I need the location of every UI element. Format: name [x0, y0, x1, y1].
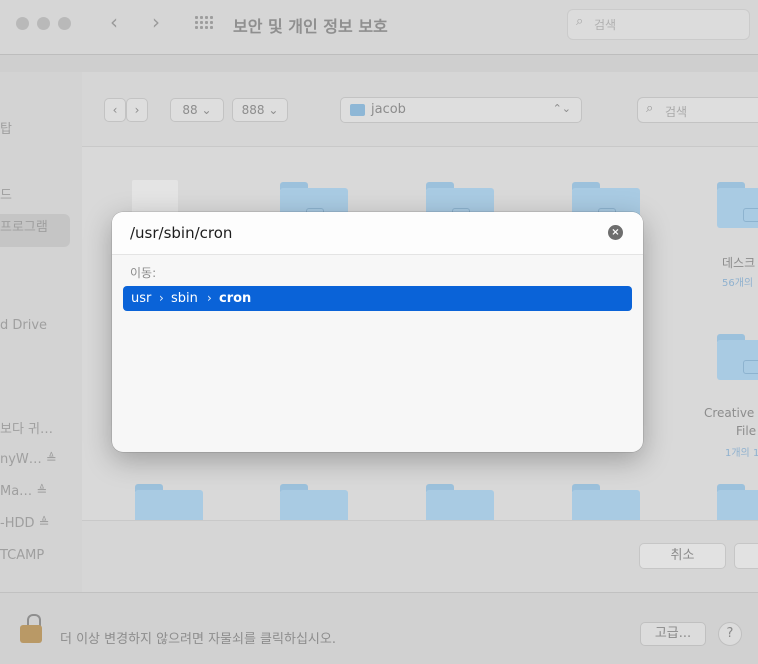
- window-titlebar: ‹ › 보안 및 개인 정보 보호 ⌕ 검색: [0, 0, 758, 55]
- search-icon: ⌕: [576, 14, 584, 29]
- breadcrumb-usr: usr: [131, 291, 152, 306]
- sidebar-item[interactable]: Ma… ≜: [0, 484, 47, 499]
- file-item-count: 1개의 1: [725, 448, 758, 459]
- group-mode-button[interactable]: 888 ⌄: [232, 98, 288, 122]
- search-placeholder: 검색: [594, 18, 617, 32]
- chevron-right-icon: ›: [207, 291, 212, 305]
- sidebar-item[interactable]: TCAMP: [0, 548, 44, 563]
- sidebar-item[interactable]: -HDD ≜: [0, 516, 50, 531]
- go-to-folder-popup: × 이동: usr › sbin › cron: [112, 212, 643, 452]
- file-item-count: 56개의: [722, 278, 754, 289]
- view-mode-button[interactable]: 88 ⌄: [170, 98, 224, 122]
- go-section-label: 이동:: [130, 266, 157, 280]
- path-field-container: ×: [112, 212, 643, 255]
- back-arrow-icon[interactable]: ‹: [110, 10, 118, 34]
- sheet-toolbar: ‹ › 88 ⌄ 888 ⌄ jacob ⌃⌄ ⌕ 검색: [82, 72, 758, 147]
- sidebar: 탑 드 프로그램 d Drive 보다 귀… nyW… ≜ Ma… ≜ -HDD…: [0, 72, 82, 592]
- back-button[interactable]: ‹: [104, 98, 126, 122]
- lock-bar: 더 이상 변경하지 않으려면 자물쇠를 클릭하십시오. 고급... ?: [0, 592, 758, 664]
- sidebar-item[interactable]: d Drive: [0, 318, 47, 333]
- chevron-right-icon: ›: [159, 291, 164, 305]
- help-button[interactable]: ?: [718, 622, 742, 646]
- file-name: Creative: [704, 406, 755, 420]
- folder-icon: [350, 104, 365, 116]
- show-all-grid-icon[interactable]: [195, 16, 213, 30]
- creative-cloud-folder-icon[interactable]: [717, 334, 758, 380]
- sidebar-item[interactable]: 탑: [0, 118, 12, 137]
- path-input[interactable]: [130, 222, 600, 244]
- sidebar-item[interactable]: 드: [0, 184, 12, 203]
- file-name: 데스크: [722, 256, 756, 270]
- forward-arrow-icon[interactable]: ›: [152, 10, 160, 34]
- file-name-line2: File: [736, 424, 757, 438]
- search-icon: ⌕: [646, 101, 654, 116]
- breadcrumb-cron: cron: [219, 291, 252, 306]
- lock-message: 더 이상 변경하지 않으려면 자물쇠를 클릭하십시오.: [60, 632, 336, 647]
- lock-icon[interactable]: [20, 614, 42, 644]
- window-search-field[interactable]: ⌕ 검색: [567, 9, 750, 40]
- open-button[interactable]: [734, 543, 758, 569]
- advanced-button[interactable]: 고급...: [640, 622, 706, 646]
- sidebar-item[interactable]: 보다 귀…: [0, 418, 53, 437]
- window-title: 보안 및 개인 정보 보호: [233, 17, 388, 36]
- minimize-window-button[interactable]: [37, 17, 50, 30]
- breadcrumb-sbin: sbin: [171, 291, 198, 306]
- sidebar-item[interactable]: 프로그램: [0, 216, 48, 235]
- location-name: jacob: [371, 102, 406, 117]
- clear-icon[interactable]: ×: [608, 225, 623, 240]
- forward-button[interactable]: ›: [126, 98, 148, 122]
- close-window-button[interactable]: [16, 17, 29, 30]
- sheet-search-field[interactable]: ⌕ 검색: [637, 97, 758, 123]
- sidebar-item[interactable]: nyW… ≜: [0, 452, 57, 467]
- sheet-bottom-bar: 취소: [82, 520, 758, 593]
- cancel-button[interactable]: 취소: [639, 543, 726, 569]
- zoom-window-button[interactable]: [58, 17, 71, 30]
- desktop-folder-icon[interactable]: [717, 182, 758, 228]
- up-down-chevron-icon: ⌃⌄: [552, 102, 571, 115]
- path-suggestion-row[interactable]: usr › sbin › cron: [123, 286, 632, 311]
- search-placeholder: 검색: [665, 105, 688, 119]
- location-popup[interactable]: jacob ⌃⌄: [340, 97, 582, 123]
